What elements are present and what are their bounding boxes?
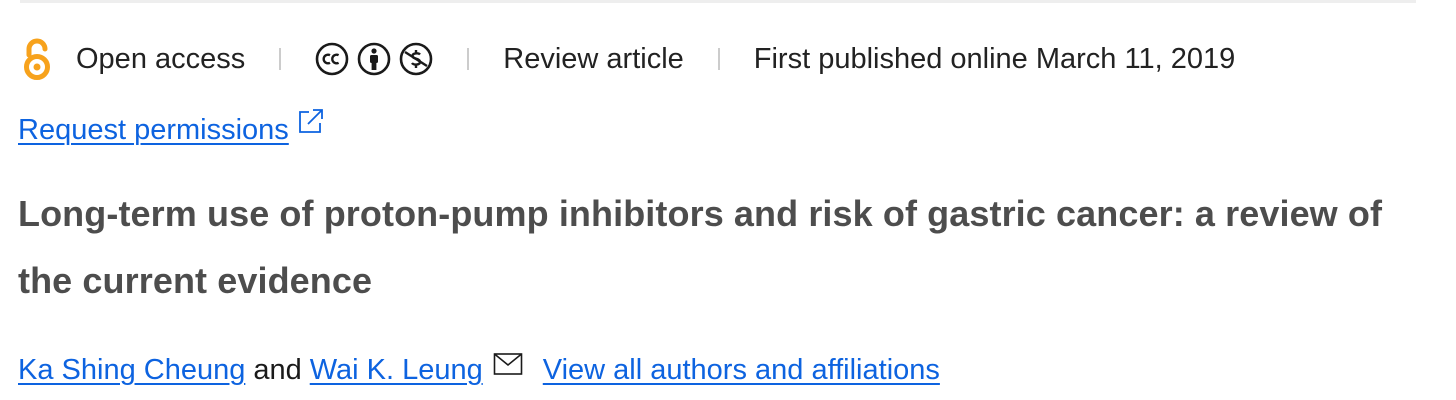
article-title: Long-term use of proton-pump inhibitors … [18,193,1383,301]
author-link[interactable]: Ka Shing Cheung [18,354,245,387]
mail-icon[interactable] [493,351,523,384]
author-link[interactable]: Wai K. Leung [310,354,483,387]
article-meta-row: Open access Review article First publish… [18,36,1235,82]
open-access-label: Open access [76,42,246,75]
permissions-row: Request permissions [18,108,325,152]
publication-date: First published online March 11, 2019 [753,42,1236,75]
authors-row: Ka Shing Cheung and Wai K. Leung View al… [18,348,940,392]
article-type-label: Review article [503,42,684,75]
open-access-icon [18,36,56,82]
top-divider [20,0,1416,3]
separator [279,48,282,70]
creative-commons-icon [315,42,349,76]
author-conjunction: and [253,353,302,386]
attribution-icon [357,42,391,76]
noncommercial-icon [399,42,433,76]
external-link-icon[interactable] [297,107,325,143]
request-permissions-link[interactable]: Request permissions [18,114,289,147]
view-all-authors-link[interactable]: View all authors and affiliations [543,354,940,387]
separator [467,48,470,70]
separator [717,48,720,70]
license-icons[interactable] [315,42,433,76]
